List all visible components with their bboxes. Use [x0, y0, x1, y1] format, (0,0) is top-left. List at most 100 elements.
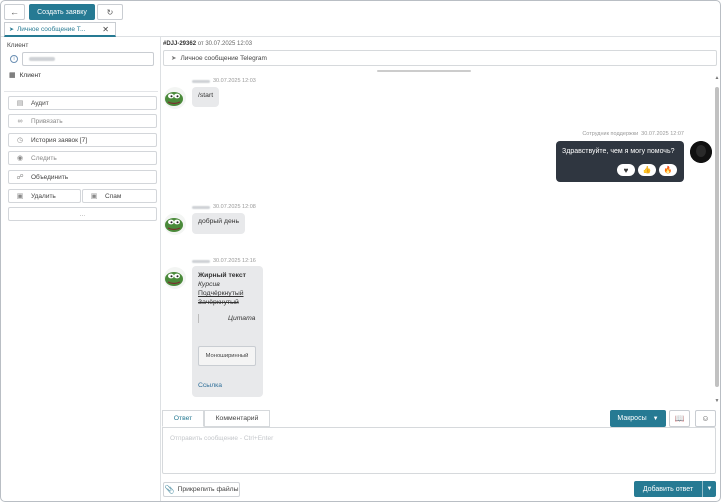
top-toolbar: ← Создать заявку ↻ [1, 1, 720, 22]
app-window: ← Создать заявку ↻ ➤ Личное сообщение Т.… [0, 0, 721, 502]
macros-button[interactable]: Макросы ▼ [610, 410, 666, 427]
more-button[interactable]: ... [8, 207, 157, 221]
bind-button[interactable]: ∞ Привязать [8, 114, 157, 128]
message-author: Сотрудник поддержки [582, 131, 639, 137]
message-meta: 30.07.2025 12:03 [192, 78, 256, 84]
smiley-icon: ☺ [701, 414, 710, 423]
italic-text: Курсив [198, 281, 220, 288]
scroll-up-icon[interactable]: ▲ [714, 75, 720, 81]
merge-label: Объединить [31, 173, 69, 181]
avatar [164, 213, 186, 235]
reply-textarea[interactable]: Отправить сообщение - Ctrl+Enter [162, 427, 716, 474]
audit-button[interactable]: ▤ Аудит [8, 96, 157, 110]
chat-scrollbar[interactable]: ▲ ▼ [714, 73, 720, 406]
ticket-id: #DJJ-29362 [163, 41, 197, 47]
tab-comment[interactable]: Комментарий [204, 410, 270, 427]
info-icon: i [10, 55, 18, 63]
client-name-field[interactable] [22, 52, 154, 66]
message-meta: 30.07.2025 12:08 [192, 204, 256, 210]
macros-label: Макросы [617, 415, 647, 422]
message-link[interactable]: Ссылка [198, 382, 222, 389]
eye-icon: ◉ [16, 155, 24, 162]
knowledge-base-button[interactable]: 📖 [669, 410, 690, 427]
attach-files-button[interactable]: 📎 Прикрепить файлы [163, 482, 240, 497]
create-ticket-button[interactable]: Создать заявку [29, 4, 95, 20]
message-time: 30.07.2025 12:07 [641, 131, 684, 137]
emoji-button[interactable]: ☺ [695, 410, 716, 427]
panel-divider [160, 37, 161, 501]
message-bubble: /start [192, 87, 220, 107]
rich-message-bubble: Жирный текст Курсив Подчёркнутый Зачёркн… [192, 266, 263, 397]
tab-label: Личное сообщение Т... [17, 25, 86, 33]
client-panel: Клиент i ▦ Клиент ▤ Аудит ∞ Привязать ◷ … [4, 40, 158, 230]
telegram-icon: ➤ [171, 55, 177, 62]
ticket-header: #DJJ-29362 от 30.07.2025 12:03 [163, 41, 252, 47]
chat-drag-handle [377, 70, 471, 72]
back-button[interactable]: ← [4, 4, 25, 20]
tab-telegram-message[interactable]: ➤ Личное сообщение Т... ✕ [4, 22, 116, 37]
message-bubble-outgoing: Здравствуйте, чем я могу помочь? ♥ 👍 🔥 [556, 141, 684, 182]
delete-button[interactable]: ▣ Удалить [8, 189, 81, 203]
refresh-icon: ↻ [106, 7, 114, 17]
blurred-client-name [29, 57, 55, 61]
client-link[interactable]: ▦ Клиент [9, 71, 41, 80]
message-time: 30.07.2025 12:08 [213, 204, 256, 210]
ticket-date: 30.07.2025 12:03 [205, 41, 253, 47]
arrow-left-icon: ← [10, 7, 19, 17]
audit-label: Аудит [31, 99, 49, 107]
fire-reaction[interactable]: 🔥 [659, 164, 677, 176]
divider [4, 91, 158, 92]
spam-button[interactable]: ▣ Спам [82, 189, 157, 203]
document-icon: ▤ [16, 100, 24, 107]
quote-bar [198, 314, 199, 323]
blurred-author [192, 205, 210, 209]
bold-text: Жирный текст [198, 272, 246, 279]
underline-text: Подчёркнутый [198, 290, 244, 297]
bind-label: Привязать [31, 117, 63, 125]
history-icon: ◷ [16, 137, 24, 144]
blurred-author [192, 79, 210, 83]
heart-icon: ♥ [623, 165, 629, 175]
ticket-history-label: История заявок [7] [31, 136, 87, 144]
refresh-button[interactable]: ↻ [97, 4, 123, 20]
scroll-thumb[interactable] [715, 87, 719, 387]
close-icon[interactable]: ✕ [102, 25, 109, 34]
book-icon: 📖 [674, 414, 685, 423]
message-text: Здравствуйте, чем я могу помочь? [562, 148, 675, 155]
quote-text: Цитата [228, 315, 256, 322]
spam-icon: ▣ [90, 193, 98, 200]
avatar [164, 267, 186, 289]
tab-bar: ➤ Личное сообщение Т... ✕ [1, 22, 720, 37]
more-label: ... [79, 210, 86, 218]
client-heading: Клиент [7, 42, 29, 49]
follow-button[interactable]: ◉ Следить [8, 151, 157, 165]
thumbs-up-reaction[interactable]: 👍 [638, 164, 656, 176]
strike-text: Зачёркнутый [198, 299, 239, 306]
merge-button[interactable]: ☍ Объединить [8, 170, 157, 184]
message-time: 30.07.2025 12:16 [213, 258, 256, 264]
channel-field: ➤ Личное сообщение Telegram [163, 50, 717, 66]
ticket-history-button[interactable]: ◷ История заявок [7] [8, 133, 157, 147]
channel-label: Личное сообщение Telegram [180, 54, 267, 62]
message-time: 30.07.2025 12:03 [213, 78, 256, 84]
telegram-icon: ➤ [9, 26, 15, 33]
link-icon: ∞ [17, 117, 23, 125]
add-reply-label: Добавить ответ [642, 485, 694, 493]
fire-icon: 🔥 [663, 167, 673, 174]
message-bubble: добрый день [192, 213, 246, 234]
scroll-down-icon[interactable]: ▼ [714, 398, 720, 404]
paperclip-icon: 📎 [164, 485, 175, 494]
follow-label: Следить [31, 154, 57, 162]
message-meta: 30.07.2025 12:16 [192, 258, 256, 264]
delete-label: Удалить [31, 192, 56, 200]
chevron-down-icon[interactable]: ▼ [702, 481, 716, 497]
avatar [164, 87, 186, 109]
add-reply-button[interactable]: Добавить ответ ▼ [634, 481, 716, 497]
tab-answer[interactable]: Ответ [162, 410, 204, 427]
chevron-down-icon: ▼ [652, 415, 659, 422]
message-meta: Сотрудник поддержки 30.07.2025 12:07 [582, 131, 684, 137]
monospace-block: Моноширинный [198, 346, 256, 366]
heart-reaction[interactable]: ♥ [617, 164, 635, 176]
attach-label: Прикрепить файлы [177, 486, 239, 493]
merge-icon: ☍ [16, 174, 24, 181]
